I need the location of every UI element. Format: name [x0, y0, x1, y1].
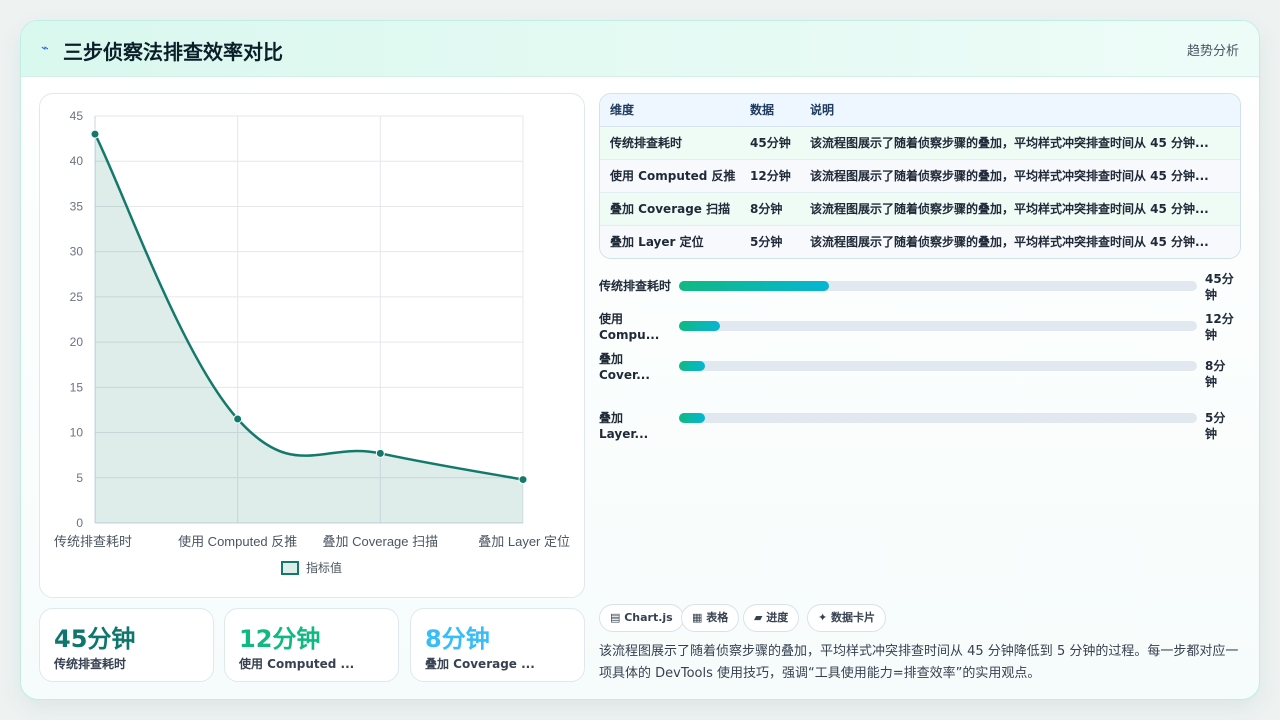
x-tick-label: 使用 Computed 反推 — [178, 534, 297, 549]
progress-value: 8分钟 — [1205, 359, 1226, 389]
trend-analysis-tag[interactable]: 趋势分析 — [1187, 40, 1239, 59]
table-cell: 传统排查耗时 — [600, 126, 740, 160]
data-point — [518, 475, 528, 485]
table-cell: 该流程图展示了随着侦察步骤的叠加，平均样式冲突排查时间从 45 分钟... — [800, 126, 1240, 160]
progress-track — [679, 321, 1197, 331]
column-header: 说明 — [800, 94, 1240, 127]
y-tick-label: 15 — [70, 380, 84, 394]
table-row: 使用 Computed 反推 12分钟 该流程图展示了随着侦察步骤的叠加，平均样… — [600, 159, 1240, 193]
chip-data-card[interactable]: ✦ 数据卡片 — [807, 604, 887, 632]
progress-track — [679, 361, 1197, 371]
stat-value: 45分钟 — [54, 625, 136, 653]
table-row: 叠加 Layer 定位 5分钟 该流程图展示了随着侦察步骤的叠加，平均样式冲突排… — [600, 225, 1240, 258]
table-cell: 12分钟 — [740, 159, 800, 193]
table-row: 叠加 Coverage 扫描 8分钟 该流程图展示了随着侦察步骤的叠加，平均样式… — [600, 192, 1240, 226]
table-cell: 叠加 Coverage 扫描 — [600, 192, 740, 226]
progress-value: 5分钟 — [1205, 411, 1226, 441]
stat-card-traditional: 45分钟 传统排查耗时 — [39, 608, 214, 682]
progress-track — [679, 281, 1197, 291]
progress-value: 45分钟 — [1205, 272, 1234, 302]
progress-label: 叠加 Cover... — [599, 352, 650, 382]
progress-label: 使用 Compu... — [599, 312, 660, 342]
progress-label: 传统排查耗时 — [599, 279, 672, 293]
legend-label: 指标值 — [306, 560, 342, 575]
data-table-panel: 维度 数据 说明 传统排查耗时 45分钟 该流程图展示了随着侦察步骤的叠加，平均… — [599, 93, 1241, 259]
table-cell: 叠加 Layer 定位 — [600, 225, 740, 258]
stat-value: 12分钟 — [239, 625, 321, 653]
x-tick-label: 叠加 Coverage 扫描 — [323, 534, 439, 549]
y-tick-label: 30 — [70, 245, 84, 259]
table-cell: 使用 Computed 反推 — [600, 159, 740, 193]
stat-value: 8分钟 — [425, 625, 490, 653]
series-area — [95, 134, 523, 523]
stat-label: 叠加 Coverage ... — [425, 657, 535, 671]
column-header: 数据 — [740, 94, 800, 127]
stat-card-coverage: 8分钟 叠加 Coverage ... — [410, 608, 585, 682]
table-cell: 5分钟 — [740, 225, 800, 258]
data-point — [90, 129, 100, 139]
progress-value: 12分钟 — [1205, 312, 1234, 342]
y-tick-label: 0 — [76, 516, 83, 530]
y-tick-label: 25 — [70, 290, 84, 304]
y-tick-label: 10 — [70, 426, 84, 440]
summary-text: 该流程图展示了随着侦察步骤的叠加，平均样式冲突排查时间从 45 分钟降低到 5 … — [599, 644, 1239, 681]
y-tick-label: 45 — [70, 109, 84, 123]
table-header-row: 维度 数据 说明 — [600, 94, 1240, 127]
chip-progress[interactable]: ▰ 进度 — [743, 604, 800, 632]
lightning-icon: ⌁ — [41, 41, 49, 56]
progress-fill — [679, 281, 830, 291]
chip-chartjs[interactable]: ▤ Chart.js — [599, 604, 684, 632]
chip-table[interactable]: ▦ 表格 — [681, 604, 740, 632]
card-header: ⌁ 三步侦察法排查效率对比 趋势分析 — [21, 21, 1259, 77]
progress-fill — [679, 361, 705, 371]
page-title: 三步侦察法排查效率对比 — [63, 40, 283, 64]
stat-label: 使用 Computed ... — [239, 657, 355, 671]
stat-card-computed: 12分钟 使用 Computed ... — [224, 608, 399, 682]
y-tick-label: 5 — [76, 471, 83, 485]
line-chart: 0 5 10 15 20 25 30 35 40 45 传统排查耗时 使用 Computed 反推 叠加… — [54, 109, 570, 575]
progress-fill — [679, 321, 721, 331]
table-row: 传统排查耗时 45分钟 该流程图展示了随着侦察步骤的叠加，平均样式冲突排查时间从… — [600, 126, 1240, 160]
data-table: 维度 数据 说明 传统排查耗时 45分钟 该流程图展示了随着侦察步骤的叠加，平均… — [600, 94, 1240, 258]
data-point — [375, 448, 385, 458]
table-cell: 该流程图展示了随着侦察步骤的叠加，平均样式冲突排查时间从 45 分钟... — [800, 192, 1240, 226]
x-tick-label: 叠加 Layer 定位 — [478, 534, 570, 549]
y-tick-label: 40 — [70, 154, 84, 168]
progress-track — [679, 413, 1197, 423]
column-header: 维度 — [600, 94, 740, 127]
dashboard-card: ⌁ 三步侦察法排查效率对比 趋势分析 0 5 10 15 20 25 30 35 40 45 传统排… — [20, 20, 1260, 700]
table-cell: 8分钟 — [740, 192, 800, 226]
table-cell: 该流程图展示了随着侦察步骤的叠加，平均样式冲突排查时间从 45 分钟... — [800, 225, 1240, 258]
progress-label: 叠加 Layer... — [599, 411, 649, 441]
table-cell: 45分钟 — [740, 126, 800, 160]
data-point — [233, 414, 243, 424]
stat-label: 传统排查耗时 — [54, 657, 127, 671]
legend-swatch — [281, 561, 299, 575]
table-cell: 该流程图展示了随着侦察步骤的叠加，平均样式冲突排查时间从 45 分钟... — [800, 159, 1240, 193]
line-chart-panel: 0 5 10 15 20 25 30 35 40 45 传统排查耗时 使用 Computed 反推 叠加… — [39, 93, 585, 598]
y-tick-label: 20 — [70, 335, 84, 349]
y-tick-label: 35 — [70, 199, 84, 213]
progress-fill — [679, 413, 705, 423]
x-tick-label: 传统排查耗时 — [54, 534, 132, 549]
